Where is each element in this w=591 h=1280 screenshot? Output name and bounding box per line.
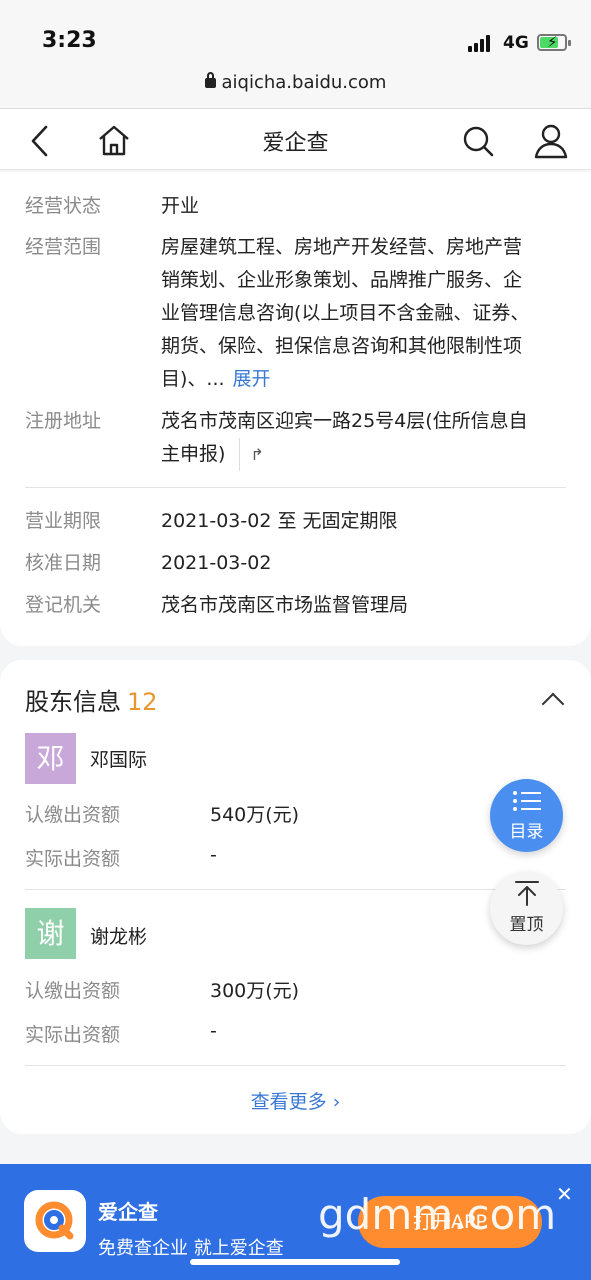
lock-icon xyxy=(204,72,216,88)
status-time: 3:23 xyxy=(42,28,97,53)
app-logo-icon xyxy=(24,1190,86,1252)
home-indicator xyxy=(190,1259,400,1265)
scope-line: 期货、保险、担保信息咨询和其他限制性项 xyxy=(161,335,523,357)
status-value: 开业 xyxy=(161,195,200,217)
shareholder-name[interactable]: 谢龙彬 xyxy=(90,922,147,949)
top-label: 置顶 xyxy=(509,915,544,935)
subscribed-label: 认缴出资额 xyxy=(25,804,121,826)
paid-label: 实际出资额 xyxy=(25,848,121,870)
view-more-label: 查看更多 xyxy=(250,1091,327,1113)
address-value: 茂名市茂南区迎宾一路25号4层(住所信息自 主申报) ↱ xyxy=(161,405,561,471)
url-text: aiqicha.baidu.com xyxy=(221,72,387,93)
chevron-right-icon: › xyxy=(332,1091,341,1113)
scope-line: 业管理信息咨询(以上项目不含金融、证券、 xyxy=(161,302,530,324)
address-label: 注册地址 xyxy=(25,410,102,432)
network-type: 4G xyxy=(503,33,529,53)
term-label: 营业期限 xyxy=(25,510,102,532)
back-to-top-button[interactable]: 置顶 xyxy=(490,872,563,945)
status-label: 经营状态 xyxy=(25,195,102,217)
share-icon[interactable]: ↱ xyxy=(239,438,264,471)
chevron-up-icon[interactable] xyxy=(541,692,565,716)
paid-value: - xyxy=(210,1020,217,1042)
business-info-card: 经营状态 开业 经营范围 房屋建筑工程、房地产开发经营、房地产营 销策划、企业形… xyxy=(0,172,591,646)
term-value: 2021-03-02 至 无固定期限 xyxy=(161,510,398,532)
watermark: gdmm.com xyxy=(318,1190,557,1239)
user-icon[interactable] xyxy=(531,121,571,161)
shareholder-count: 12 xyxy=(127,688,158,716)
list-icon xyxy=(513,791,541,811)
divider xyxy=(25,889,566,890)
authority-label: 登记机关 xyxy=(25,594,102,616)
avatar: 谢 xyxy=(25,908,76,959)
address-line: 主申报) ↱ xyxy=(161,438,561,471)
toc-label: 目录 xyxy=(509,822,544,842)
scope-label: 经营范围 xyxy=(25,236,102,258)
url-bar[interactable]: aiqicha.baidu.com xyxy=(0,62,591,108)
scope-line: 目)、... 展开 xyxy=(161,363,561,396)
scope-line: 销策划、企业形象策划、品牌推广服务、企 xyxy=(161,269,523,291)
top-nav: 爱企查 xyxy=(0,108,591,170)
scope-line: 房屋建筑工程、房地产开发经营、房地产营 xyxy=(161,236,523,258)
divider xyxy=(25,1065,566,1066)
expand-link[interactable]: 展开 xyxy=(233,368,271,390)
approval-label: 核准日期 xyxy=(25,552,102,574)
paid-label: 实际出资额 xyxy=(25,1024,121,1046)
banner-app-name: 爱企查 xyxy=(98,1200,158,1224)
address-line-text: 主申报) xyxy=(161,443,226,465)
banner-slogan: 免费查企业 就上爱企查 xyxy=(98,1238,284,1259)
shareholder-name[interactable]: 邓国际 xyxy=(90,745,147,772)
section-title: 股东信息 12 xyxy=(25,682,158,717)
page-title: 爱企查 xyxy=(262,131,329,156)
toc-button[interactable]: 目录 xyxy=(490,779,563,852)
signal-icon xyxy=(468,34,496,52)
paid-value: - xyxy=(210,844,217,866)
search-icon[interactable] xyxy=(458,121,498,161)
section-title-text: 股东信息 xyxy=(25,688,121,716)
subscribed-label: 认缴出资额 xyxy=(25,980,121,1002)
close-icon[interactable]: ✕ xyxy=(556,1182,573,1206)
divider xyxy=(25,487,566,488)
address-line: 茂名市茂南区迎宾一路25号4层(住所信息自 xyxy=(161,410,528,432)
arrow-up-icon xyxy=(515,881,539,906)
avatar: 邓 xyxy=(25,733,76,784)
scope-line-text: 目)、... xyxy=(161,368,225,390)
view-more-link[interactable]: 查看更多 › xyxy=(0,1087,591,1114)
status-bar: 3:23 4G ⚡ xyxy=(0,0,591,62)
battery-icon: ⚡ xyxy=(537,33,571,51)
subscribed-value: 540万(元) xyxy=(210,804,300,826)
scope-value: 房屋建筑工程、房地产开发经营、房地产营 销策划、企业形象策划、品牌推广服务、企 … xyxy=(161,231,561,396)
approval-value: 2021-03-02 xyxy=(161,552,272,574)
authority-value: 茂名市茂南区市场监督管理局 xyxy=(161,594,409,616)
subscribed-value: 300万(元) xyxy=(210,980,300,1002)
